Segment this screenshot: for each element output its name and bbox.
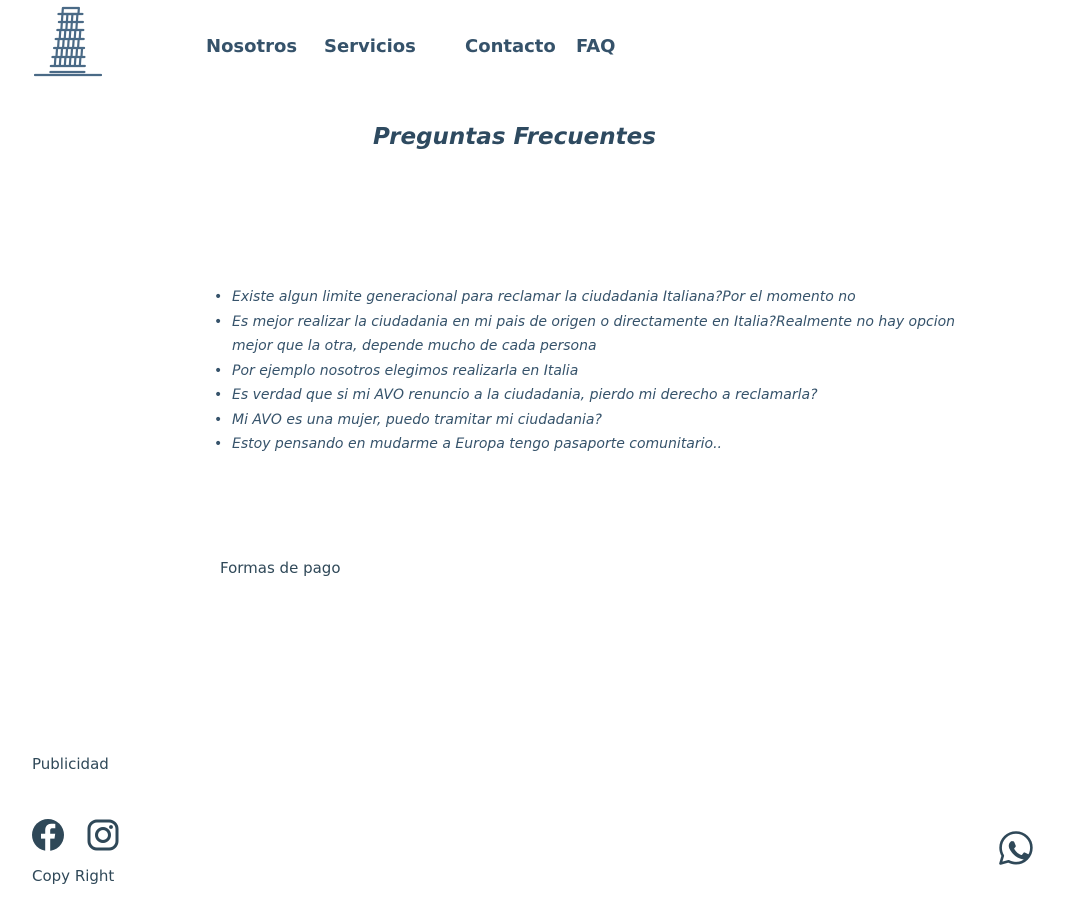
faq-item: • Existe algun limite generacional para … [214,285,970,310]
bullet: • [214,387,223,403]
payment-methods-link[interactable]: Formas de pago [220,559,341,577]
publicidad-link[interactable]: Publicidad [32,755,109,773]
page: Nosotros Servicios Contacto FAQ Pregunta… [0,0,1080,924]
page-title: Preguntas Frecuentes [373,124,656,150]
faq-list: • Existe algun limite generacional para … [214,285,970,457]
nav-nosotros[interactable]: Nosotros [206,36,297,57]
facebook-icon[interactable] [31,818,65,852]
copyright-link[interactable]: Copy Right [32,867,114,885]
faq-question: Es verdad que si mi AVO renuncio a la ci… [232,387,818,403]
faq-item: • Mi AVO es una mujer, puedo tramitar mi… [214,408,970,433]
faq-item: • Es verdad que si mi AVO renuncio a la … [214,383,970,408]
nav-contacto[interactable]: Contacto [465,36,556,57]
faq-item: • Por ejemplo nosotros elegimos realizar… [214,359,970,384]
faq-question: Estoy pensando en mudarme a Europa tengo… [232,436,722,452]
faq-item: • Es mejor realizar la ciudadania en mi … [214,310,970,359]
faq-question: Existe algun limite generacional para re… [232,289,856,305]
faq-question: Es mejor realizar la ciudadania en mi pa… [232,313,956,355]
bullet: • [214,289,223,305]
bullet: • [214,411,223,428]
whatsapp-icon[interactable] [998,830,1034,866]
faq-question: Mi AVO es una mujer, puedo tramitar mi c… [232,411,602,428]
instagram-icon[interactable] [86,818,120,852]
leaning-tower-of-pisa-icon[interactable] [34,6,102,78]
bullet: • [214,362,223,379]
bullet: • [214,436,223,452]
faq-question: Por ejemplo nosotros elegimos realizarla… [232,362,579,379]
nav-faq[interactable]: FAQ [576,36,615,57]
nav-servicios[interactable]: Servicios [324,36,416,57]
faq-item: • Estoy pensando en mudarme a Europa ten… [214,432,970,457]
bullet: • [214,313,223,330]
